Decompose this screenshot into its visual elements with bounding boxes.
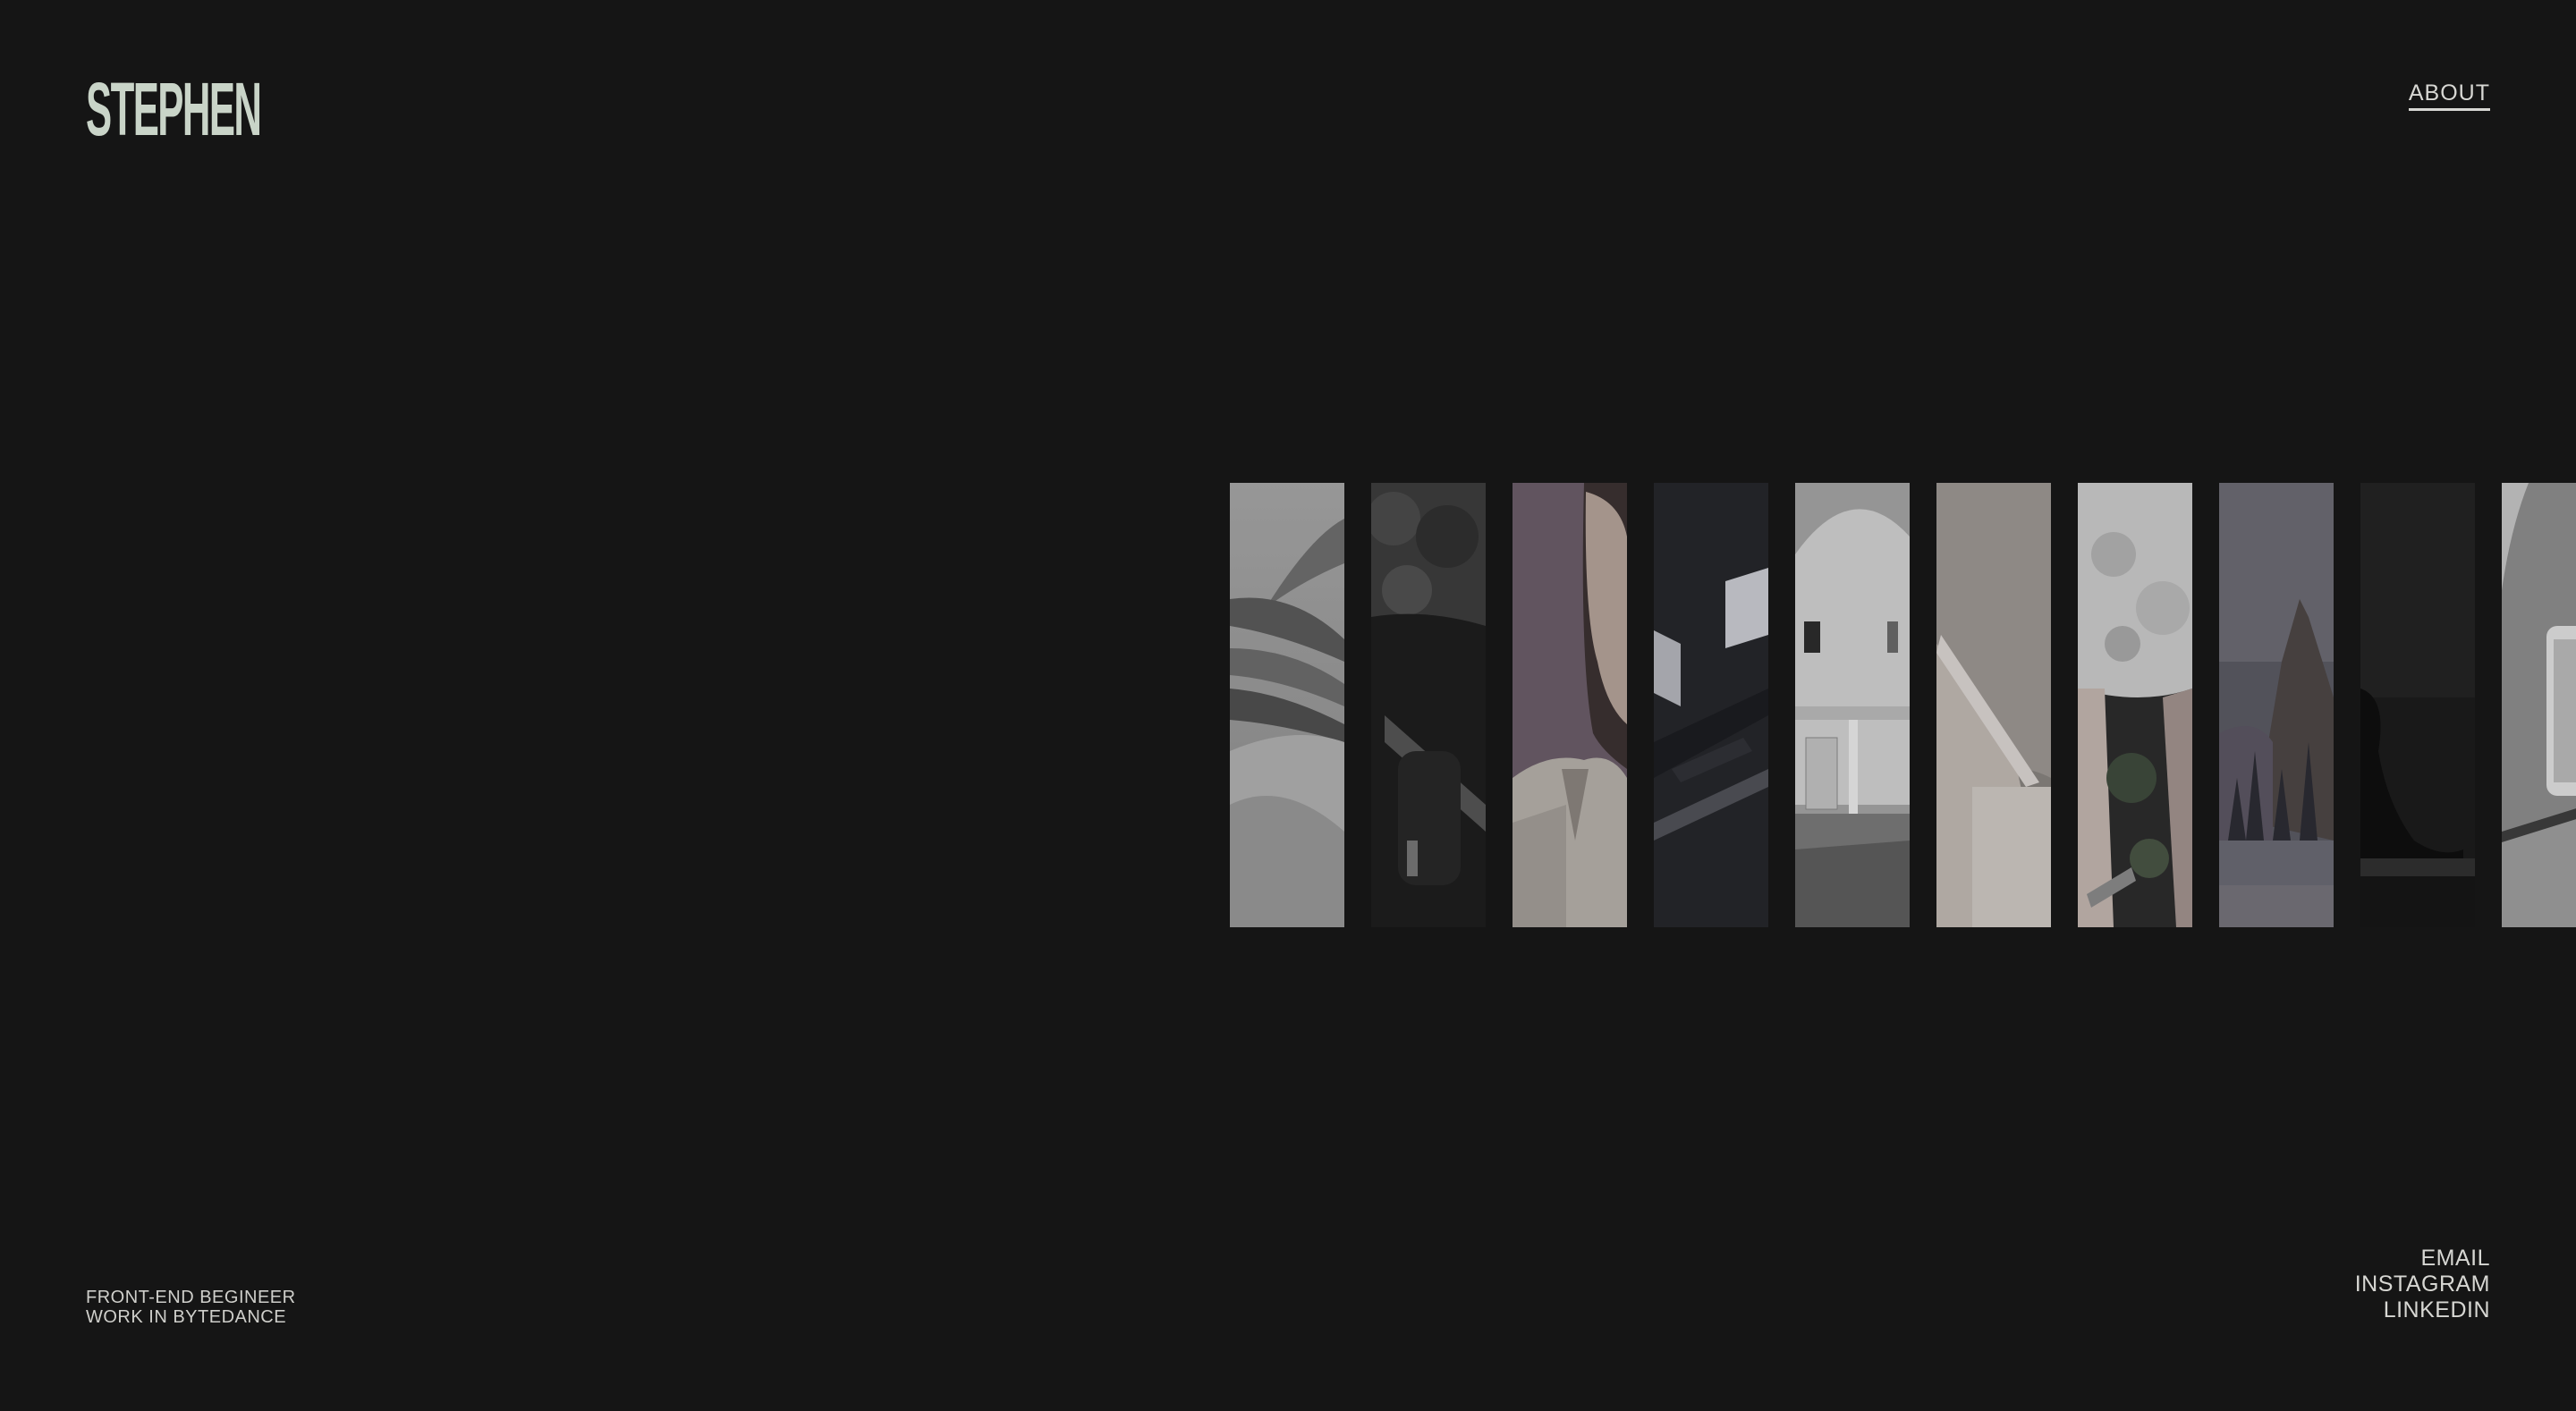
gallery-image-pen[interactable] <box>1936 483 2051 927</box>
gallery-image-backpack[interactable] <box>1371 483 1486 927</box>
tagline: FRONT-END BEGINEER WORK IN BYTEDANCE <box>86 1288 296 1327</box>
social-links: EMAIL INSTAGRAM LINKEDIN <box>2355 1246 2490 1323</box>
gallery-image-portrait[interactable] <box>1513 483 1627 927</box>
logo-text: STEPHEN <box>86 67 262 151</box>
instagram-link[interactable]: INSTAGRAM <box>2355 1272 2490 1297</box>
linkedin-link[interactable]: LINKEDIN <box>2355 1297 2490 1323</box>
gallery-image-device[interactable] <box>2502 483 2576 927</box>
tagline-line-1: FRONT-END BEGINEER <box>86 1288 296 1307</box>
gallery-image-isometric[interactable] <box>1654 483 1768 927</box>
email-link[interactable]: EMAIL <box>2355 1246 2490 1272</box>
site-logo[interactable]: STEPHEN <box>86 72 262 147</box>
about-link[interactable]: ABOUT <box>2408 80 2490 111</box>
gallery-image-leaves[interactable] <box>1230 483 1344 927</box>
gallery-image-mountain[interactable] <box>2219 483 2334 927</box>
gallery-image-lace[interactable] <box>2078 483 2192 927</box>
tagline-line-2: WORK IN BYTEDANCE <box>86 1307 287 1327</box>
gallery-image-sculpture[interactable] <box>2360 483 2475 927</box>
image-gallery <box>1230 483 2576 927</box>
gallery-image-barn[interactable] <box>1795 483 1910 927</box>
